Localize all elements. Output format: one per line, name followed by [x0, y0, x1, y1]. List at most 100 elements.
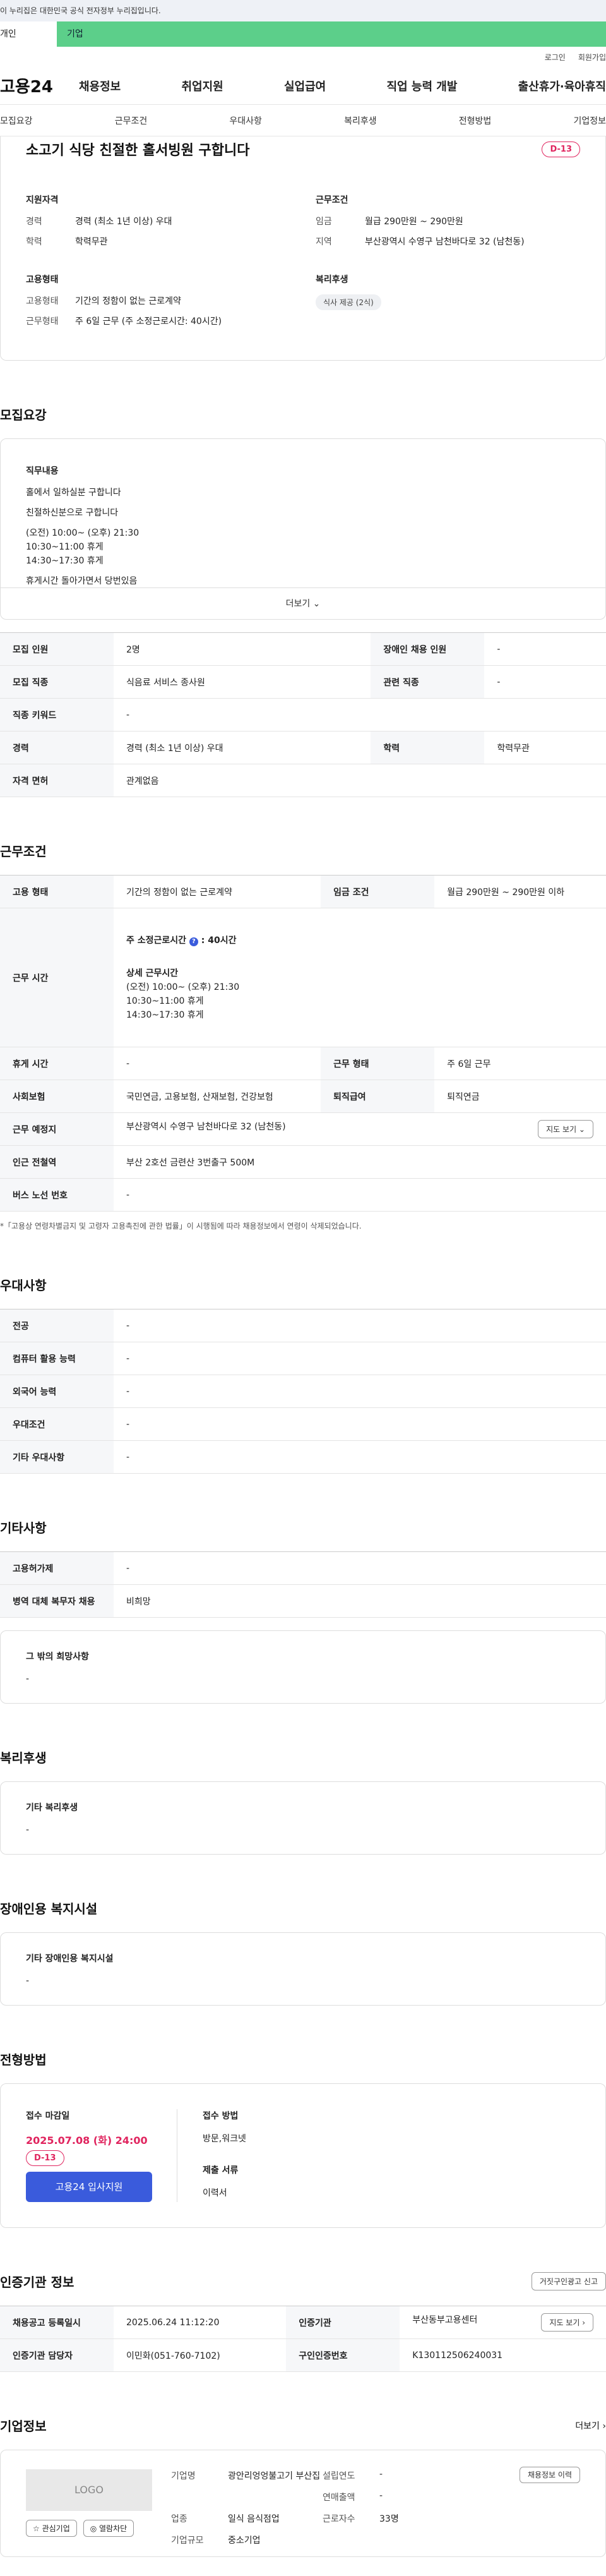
table-row: 채용공고 등록일시 2025.06.24 11:12:20 인증기관 부산동부고용센터… — [0, 2306, 606, 2339]
value: 주 6일 근무 (주 소정근로시간: 40시간) — [75, 316, 222, 327]
label: 연매출액 — [323, 2493, 355, 2503]
cell-value: 관계없음 — [114, 764, 606, 797]
value: 중소기업 — [228, 2536, 261, 2546]
value: 월급 290만원 ~ 290만원 — [365, 217, 463, 227]
detail-hours-line: (오전) 10:00~ (오후) 21:30 — [126, 982, 240, 992]
cell-value: 이민화(051-760-7102) — [114, 2338, 287, 2372]
cell-label: 채용공고 등록일시 — [0, 2306, 114, 2339]
cell-value: 월급 290만원 ~ 290만원 이하 — [434, 875, 606, 908]
table-row: 휴게 시간 - 근무 형태 주 6일 근무 — [0, 1047, 606, 1080]
apply-button[interactable]: 고용24 입사지원 — [26, 2172, 152, 2202]
cell-label: 직종 키워드 — [0, 698, 114, 731]
cell-label: 병역 대체 복무자 채용 — [0, 1584, 114, 1618]
lnb-welfare[interactable]: 복리후생 — [344, 114, 377, 127]
facility-box: 기타 장애인용 복지시설 - — [0, 1932, 606, 2006]
detail-hours-line: 10:30~11:00 휴게 — [126, 996, 204, 1006]
weekly-hours-label: 주 소정근로시간 — [126, 935, 187, 946]
cell-label: 컴퓨터 활용 능력 — [0, 1342, 114, 1375]
benefit-pill: 식사 제공 (2식) — [316, 294, 381, 310]
tab-company[interactable]: 기업 — [57, 21, 606, 47]
map-button[interactable]: 지도 보기 › — [541, 2313, 593, 2332]
table-row: 전공 - — [0, 1309, 606, 1342]
box-heading: 기타 장애인용 복지시설 — [26, 1954, 114, 1964]
cell-value: 2025.06.24 11:12:20 — [114, 2306, 287, 2339]
cell-value: - — [114, 1309, 606, 1342]
cell-label: 고용 형태 — [0, 875, 114, 908]
more-button[interactable]: 더보기 ⌄ — [1, 587, 605, 619]
welfare-box: 기타 복리후생 - — [0, 1781, 606, 1855]
table-row: 고용 형태 기간의 정함이 없는 근로계약 임금 조건 월급 290만원 ~ 290만… — [0, 875, 606, 908]
table-row: 모집 인원 2명 장애인 채용 인원 - — [0, 632, 606, 666]
box-value: - — [26, 1825, 30, 1835]
section-title-corp: 기업정보 더보기 › — [0, 2416, 606, 2435]
global-nav: 고용24 채용정보 취업지원 실업급여 직업 능력 개발 출산휴가·육아휴직 — [0, 67, 606, 105]
job-desc-line: 휴게시간 돌아가면서 당번있음 — [26, 576, 138, 586]
login-link[interactable]: 로그인 — [545, 52, 566, 63]
label: 설립연도 — [323, 2471, 355, 2481]
cell-label: 관련 직종 — [371, 665, 485, 699]
table-row: 인근 전철역 부산 2호선 금련산 3번출구 500M — [0, 1145, 606, 1179]
detail-hours-line: 14:30~17:30 휴게 — [126, 1009, 204, 1020]
section-title-welfare: 복리후생 — [0, 1750, 47, 1766]
cell-label: 버스 노선 번호 — [0, 1178, 114, 1212]
gnb-leave[interactable]: 출산휴가·육아휴직 — [518, 78, 606, 94]
value: 광안리엉엉불고기 부산집 — [228, 2471, 321, 2481]
cell-label: 기타 우대사항 — [0, 1440, 114, 1474]
lnb-recruit[interactable]: 모집요강 — [0, 114, 33, 127]
cell-label: 근무 시간 — [0, 908, 114, 1047]
label: 근로자수 — [323, 2514, 355, 2524]
job-history-button[interactable]: 채용정보 이력 — [519, 2467, 580, 2483]
cell-label: 구인인증번호 — [286, 2338, 400, 2372]
lnb-pref[interactable]: 우대사항 — [229, 114, 262, 127]
block-button[interactable]: ◎ 열람차단 — [83, 2520, 134, 2537]
label: 학력 — [26, 237, 42, 247]
bottom-spacer — [0, 2557, 606, 2576]
cell-value: 식음료 서비스 종사원 — [114, 665, 371, 699]
tab-personal[interactable]: 개인 — [0, 21, 57, 47]
label: 고용형태 — [26, 296, 59, 306]
table-row: 모집 직종 식음료 서비스 종사원 관련 직종 - — [0, 665, 606, 699]
gnb-unemployment[interactable]: 실업급여 — [284, 78, 326, 94]
lnb-corp[interactable]: 기업정보 — [573, 114, 606, 127]
cell-value: - — [114, 1440, 606, 1474]
info-icon[interactable]: ? — [189, 937, 198, 946]
cell-label: 자격 면허 — [0, 764, 114, 797]
label: 기업명 — [171, 2471, 196, 2481]
job-summary-card: 소고기 식당 친절한 홀서빙원 구합니다 D-13 지원자격 경력 경력 (최소 … — [0, 136, 606, 361]
job-desc-line: (오전) 10:00~ (오후) 21:30 — [26, 528, 140, 538]
favorite-button[interactable]: ☆ 관심기업 — [26, 2520, 77, 2537]
section-title-pref: 우대사항 — [0, 1278, 47, 1293]
logo[interactable]: 고용24 — [0, 74, 79, 97]
lnb-screen[interactable]: 전형방법 — [459, 114, 492, 127]
job-desc-heading: 직무내용 — [26, 466, 59, 476]
top-tabs: 개인 기업 — [0, 21, 606, 47]
cell-label: 인증기관 — [286, 2306, 400, 2339]
section-title-recruit: 모집요강 — [0, 407, 47, 423]
dday-badge: D-13 — [542, 141, 580, 157]
cell-value: - — [114, 1342, 606, 1375]
table-row: 인증기관 담당자 이민화(051-760-7102) 구인인증번호 K13011250… — [0, 2338, 606, 2372]
lnb-work[interactable]: 근무조건 — [115, 114, 148, 127]
dday-badge: D-13 — [26, 2150, 64, 2166]
value: 학력무관 — [75, 237, 108, 247]
corp-card: LOGO ☆ 관심기업 ◎ 열람차단 기업명 광안리엉엉불고기 부산집 설립연도 -… — [0, 2450, 606, 2557]
map-button[interactable]: 지도 보기 ⌄ — [538, 1120, 593, 1138]
cell-value: - — [114, 1047, 321, 1080]
work-table: 고용 형태 기간의 정함이 없는 근로계약 임금 조건 월급 290만원 ~ 290만… — [0, 875, 606, 1212]
docs-value: 이력서 — [203, 2188, 227, 2198]
gnb-jobs[interactable]: 채용정보 — [79, 78, 121, 94]
gnb-training[interactable]: 직업 능력 개발 — [387, 78, 458, 94]
section-title-cert: 인증기관 정보 거짓구인광고 신고 — [0, 2272, 606, 2290]
cell-value: - — [114, 1178, 606, 1212]
gnb-support[interactable]: 취업지원 — [182, 78, 223, 94]
cell-label: 장애인 채용 인원 — [371, 632, 485, 666]
job-desc-line: 친절하신분으로 구합니다 — [26, 508, 119, 518]
table-row: 고용허가제 - — [0, 1551, 606, 1585]
corp-more-link[interactable]: 더보기 › — [575, 2419, 606, 2432]
signup-link[interactable]: 회원가입 — [578, 52, 606, 63]
job-desc-line: 홀에서 일하실분 구합니다 — [26, 488, 121, 498]
cell-value: - — [114, 1407, 606, 1441]
cell-value: - — [114, 1551, 606, 1585]
report-button[interactable]: 거짓구인광고 신고 — [531, 2272, 606, 2290]
cell-value: 기간의 정함이 없는 근로계약 — [114, 875, 321, 908]
